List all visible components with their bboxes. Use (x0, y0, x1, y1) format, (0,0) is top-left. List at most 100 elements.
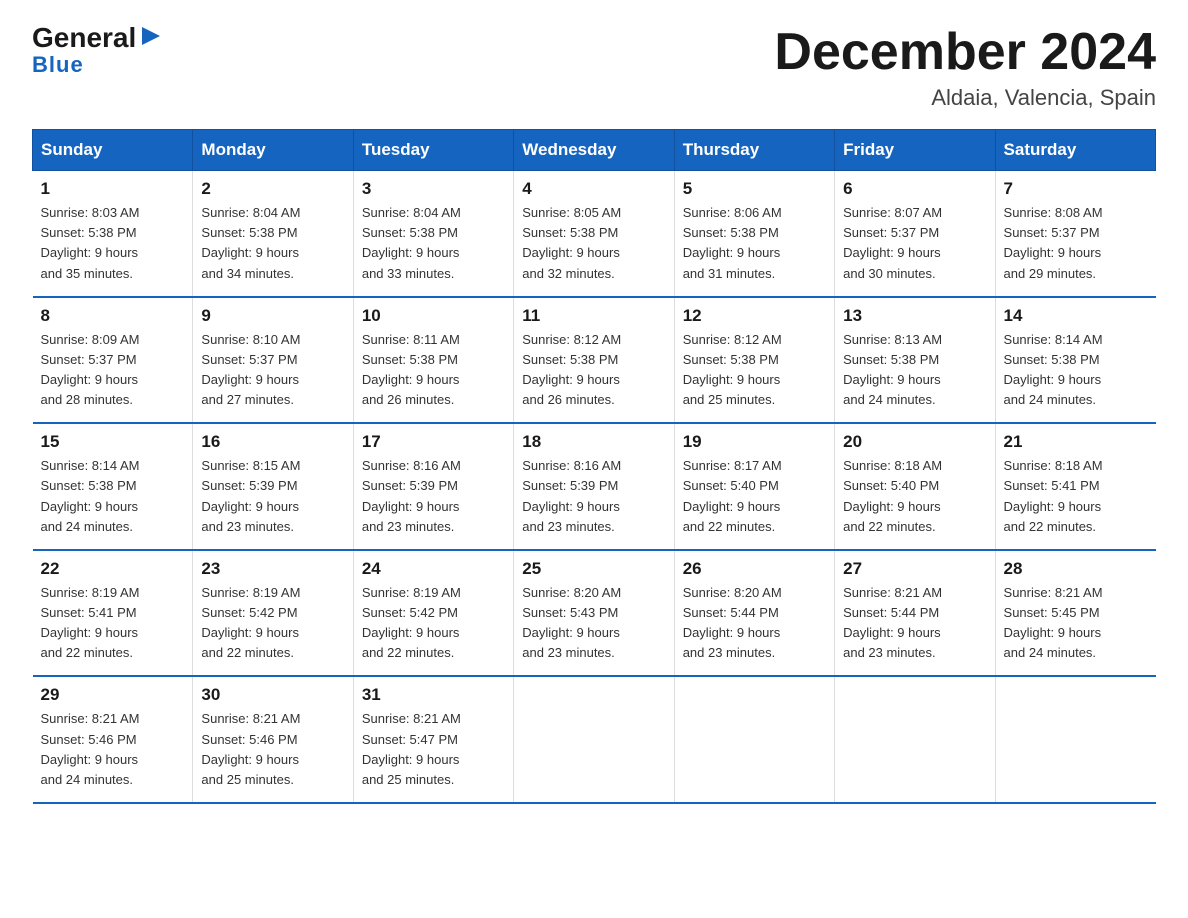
header-monday: Monday (193, 130, 353, 171)
day-number: 18 (522, 432, 665, 452)
calendar-cell: 8 Sunrise: 8:09 AMSunset: 5:37 PMDayligh… (33, 297, 193, 424)
calendar-header-row: SundayMondayTuesdayWednesdayThursdayFrid… (33, 130, 1156, 171)
day-number: 30 (201, 685, 344, 705)
calendar-cell: 21 Sunrise: 8:18 AMSunset: 5:41 PMDaylig… (995, 423, 1155, 550)
day-number: 17 (362, 432, 505, 452)
day-info: Sunrise: 8:14 AMSunset: 5:38 PMDaylight:… (1004, 330, 1148, 411)
day-number: 15 (41, 432, 185, 452)
header-sunday: Sunday (33, 130, 193, 171)
calendar-cell (514, 676, 674, 803)
day-info: Sunrise: 8:19 AMSunset: 5:42 PMDaylight:… (362, 583, 505, 664)
calendar-cell: 23 Sunrise: 8:19 AMSunset: 5:42 PMDaylig… (193, 550, 353, 677)
day-info: Sunrise: 8:12 AMSunset: 5:38 PMDaylight:… (683, 330, 826, 411)
calendar-cell (674, 676, 834, 803)
day-number: 31 (362, 685, 505, 705)
calendar-cell: 17 Sunrise: 8:16 AMSunset: 5:39 PMDaylig… (353, 423, 513, 550)
calendar-cell: 2 Sunrise: 8:04 AMSunset: 5:38 PMDayligh… (193, 171, 353, 297)
logo-text-general: General (32, 24, 136, 52)
day-number: 2 (201, 179, 344, 199)
header-thursday: Thursday (674, 130, 834, 171)
day-info: Sunrise: 8:21 AMSunset: 5:47 PMDaylight:… (362, 709, 505, 790)
day-info: Sunrise: 8:18 AMSunset: 5:40 PMDaylight:… (843, 456, 986, 537)
day-number: 6 (843, 179, 986, 199)
header-friday: Friday (835, 130, 995, 171)
calendar-cell: 22 Sunrise: 8:19 AMSunset: 5:41 PMDaylig… (33, 550, 193, 677)
calendar-cell: 9 Sunrise: 8:10 AMSunset: 5:37 PMDayligh… (193, 297, 353, 424)
day-number: 20 (843, 432, 986, 452)
day-number: 27 (843, 559, 986, 579)
day-info: Sunrise: 8:13 AMSunset: 5:38 PMDaylight:… (843, 330, 986, 411)
day-number: 23 (201, 559, 344, 579)
day-info: Sunrise: 8:16 AMSunset: 5:39 PMDaylight:… (522, 456, 665, 537)
week-row-4: 22 Sunrise: 8:19 AMSunset: 5:41 PMDaylig… (33, 550, 1156, 677)
calendar-cell: 7 Sunrise: 8:08 AMSunset: 5:37 PMDayligh… (995, 171, 1155, 297)
day-info: Sunrise: 8:19 AMSunset: 5:41 PMDaylight:… (41, 583, 185, 664)
calendar-cell: 31 Sunrise: 8:21 AMSunset: 5:47 PMDaylig… (353, 676, 513, 803)
calendar-cell: 14 Sunrise: 8:14 AMSunset: 5:38 PMDaylig… (995, 297, 1155, 424)
day-info: Sunrise: 8:10 AMSunset: 5:37 PMDaylight:… (201, 330, 344, 411)
day-info: Sunrise: 8:20 AMSunset: 5:43 PMDaylight:… (522, 583, 665, 664)
header-saturday: Saturday (995, 130, 1155, 171)
day-info: Sunrise: 8:21 AMSunset: 5:45 PMDaylight:… (1004, 583, 1148, 664)
day-number: 5 (683, 179, 826, 199)
day-number: 16 (201, 432, 344, 452)
calendar-cell: 15 Sunrise: 8:14 AMSunset: 5:38 PMDaylig… (33, 423, 193, 550)
title-block: December 2024 Aldaia, Valencia, Spain (774, 24, 1156, 111)
day-info: Sunrise: 8:04 AMSunset: 5:38 PMDaylight:… (362, 203, 505, 284)
day-info: Sunrise: 8:15 AMSunset: 5:39 PMDaylight:… (201, 456, 344, 537)
logo-arrow-icon (138, 23, 164, 49)
calendar-cell (995, 676, 1155, 803)
calendar-cell: 4 Sunrise: 8:05 AMSunset: 5:38 PMDayligh… (514, 171, 674, 297)
day-number: 25 (522, 559, 665, 579)
day-info: Sunrise: 8:07 AMSunset: 5:37 PMDaylight:… (843, 203, 986, 284)
calendar-cell: 12 Sunrise: 8:12 AMSunset: 5:38 PMDaylig… (674, 297, 834, 424)
day-number: 28 (1004, 559, 1148, 579)
header-wednesday: Wednesday (514, 130, 674, 171)
calendar-cell: 13 Sunrise: 8:13 AMSunset: 5:38 PMDaylig… (835, 297, 995, 424)
calendar-cell: 5 Sunrise: 8:06 AMSunset: 5:38 PMDayligh… (674, 171, 834, 297)
day-number: 24 (362, 559, 505, 579)
calendar-cell: 27 Sunrise: 8:21 AMSunset: 5:44 PMDaylig… (835, 550, 995, 677)
calendar-cell: 11 Sunrise: 8:12 AMSunset: 5:38 PMDaylig… (514, 297, 674, 424)
day-info: Sunrise: 8:06 AMSunset: 5:38 PMDaylight:… (683, 203, 826, 284)
day-number: 19 (683, 432, 826, 452)
calendar-cell: 3 Sunrise: 8:04 AMSunset: 5:38 PMDayligh… (353, 171, 513, 297)
calendar-cell: 18 Sunrise: 8:16 AMSunset: 5:39 PMDaylig… (514, 423, 674, 550)
calendar-cell (835, 676, 995, 803)
week-row-3: 15 Sunrise: 8:14 AMSunset: 5:38 PMDaylig… (33, 423, 1156, 550)
day-info: Sunrise: 8:08 AMSunset: 5:37 PMDaylight:… (1004, 203, 1148, 284)
day-info: Sunrise: 8:11 AMSunset: 5:38 PMDaylight:… (362, 330, 505, 411)
calendar-cell: 24 Sunrise: 8:19 AMSunset: 5:42 PMDaylig… (353, 550, 513, 677)
day-number: 22 (41, 559, 185, 579)
page-subtitle: Aldaia, Valencia, Spain (774, 85, 1156, 111)
day-info: Sunrise: 8:17 AMSunset: 5:40 PMDaylight:… (683, 456, 826, 537)
calendar-cell: 30 Sunrise: 8:21 AMSunset: 5:46 PMDaylig… (193, 676, 353, 803)
calendar-cell: 19 Sunrise: 8:17 AMSunset: 5:40 PMDaylig… (674, 423, 834, 550)
day-info: Sunrise: 8:18 AMSunset: 5:41 PMDaylight:… (1004, 456, 1148, 537)
page-header: General Blue December 2024 Aldaia, Valen… (32, 24, 1156, 111)
day-number: 10 (362, 306, 505, 326)
day-info: Sunrise: 8:12 AMSunset: 5:38 PMDaylight:… (522, 330, 665, 411)
day-info: Sunrise: 8:21 AMSunset: 5:46 PMDaylight:… (201, 709, 344, 790)
calendar-cell: 10 Sunrise: 8:11 AMSunset: 5:38 PMDaylig… (353, 297, 513, 424)
day-info: Sunrise: 8:05 AMSunset: 5:38 PMDaylight:… (522, 203, 665, 284)
day-number: 12 (683, 306, 826, 326)
day-info: Sunrise: 8:21 AMSunset: 5:46 PMDaylight:… (41, 709, 185, 790)
day-number: 3 (362, 179, 505, 199)
calendar-cell: 25 Sunrise: 8:20 AMSunset: 5:43 PMDaylig… (514, 550, 674, 677)
day-info: Sunrise: 8:14 AMSunset: 5:38 PMDaylight:… (41, 456, 185, 537)
day-number: 11 (522, 306, 665, 326)
day-number: 29 (41, 685, 185, 705)
calendar-cell: 6 Sunrise: 8:07 AMSunset: 5:37 PMDayligh… (835, 171, 995, 297)
day-info: Sunrise: 8:09 AMSunset: 5:37 PMDaylight:… (41, 330, 185, 411)
day-number: 13 (843, 306, 986, 326)
day-info: Sunrise: 8:20 AMSunset: 5:44 PMDaylight:… (683, 583, 826, 664)
day-number: 7 (1004, 179, 1148, 199)
calendar-cell: 28 Sunrise: 8:21 AMSunset: 5:45 PMDaylig… (995, 550, 1155, 677)
calendar-cell: 20 Sunrise: 8:18 AMSunset: 5:40 PMDaylig… (835, 423, 995, 550)
day-info: Sunrise: 8:21 AMSunset: 5:44 PMDaylight:… (843, 583, 986, 664)
page-title: December 2024 (774, 24, 1156, 81)
day-number: 1 (41, 179, 185, 199)
calendar-cell: 29 Sunrise: 8:21 AMSunset: 5:46 PMDaylig… (33, 676, 193, 803)
day-number: 8 (41, 306, 185, 326)
